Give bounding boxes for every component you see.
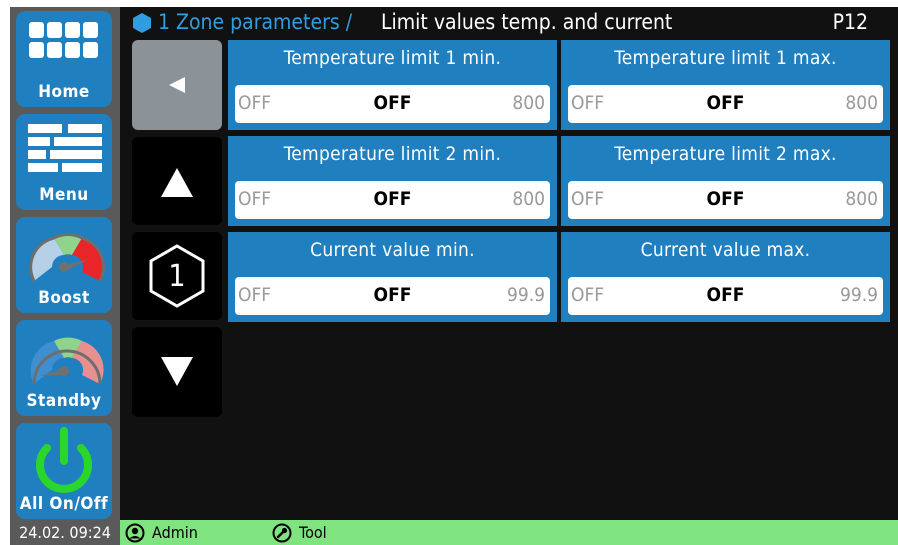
- param-value-field[interactable]: OFF OFF 800: [568, 181, 883, 219]
- back-arrow-icon: [169, 77, 185, 93]
- sidebar-item-label: All On/Off: [19, 494, 109, 514]
- param-max: 800: [512, 92, 545, 114]
- sidebar: Home Menu Boost Standby All On/Off: [10, 7, 120, 520]
- param-title: Temperature limit 2 min.: [283, 143, 502, 165]
- tool-icon: [272, 523, 292, 543]
- param-temp-limit-2-min: Temperature limit 2 min. OFF OFF 800: [228, 136, 557, 226]
- param-current-value-max: Current value max. OFF OFF 99.9: [561, 232, 890, 322]
- sidebar-item-standby[interactable]: Standby: [16, 320, 112, 416]
- param-value-field[interactable]: OFF OFF 800: [568, 85, 883, 123]
- param-value-field[interactable]: OFF OFF 99.9: [568, 277, 883, 315]
- sidebar-item-menu[interactable]: Menu: [16, 114, 112, 210]
- param-temp-limit-1-max: Temperature limit 1 max. OFF OFF 800: [561, 40, 890, 130]
- param-value: OFF: [373, 284, 412, 306]
- status-mode-label: Tool: [299, 523, 327, 542]
- boost-gauge-icon: [29, 233, 106, 282]
- status-datetime: 24.02. 09:24: [10, 520, 120, 545]
- param-title: Current value min.: [310, 239, 475, 261]
- sidebar-item-label: Boost: [38, 288, 90, 308]
- param-value: OFF: [706, 284, 745, 306]
- param-temp-limit-2-max: Temperature limit 2 max. OFF OFF 800: [561, 136, 890, 226]
- menu-lines-icon: [28, 124, 102, 172]
- param-value: OFF: [373, 92, 412, 114]
- zone-hexagon-icon: [133, 13, 151, 33]
- param-value: OFF: [706, 188, 745, 210]
- sidebar-item-label: Home: [38, 82, 90, 102]
- status-bar: 24.02. 09:24 Admin Tool: [10, 520, 898, 545]
- status-mode[interactable]: Tool: [272, 520, 382, 545]
- param-value: OFF: [706, 92, 745, 114]
- sidebar-item-home[interactable]: Home: [16, 11, 112, 107]
- param-max: 800: [845, 188, 878, 210]
- user-icon: [125, 523, 145, 543]
- param-title: Temperature limit 2 max.: [614, 143, 837, 165]
- page-code: P12: [832, 10, 868, 34]
- header-bar: 1 Zone parameters / Limit values temp. a…: [122, 7, 898, 39]
- status-user-label: Admin: [152, 523, 198, 542]
- page-title: Limit values temp. and current: [381, 10, 673, 34]
- sidebar-item-all-on-off[interactable]: All On/Off: [16, 423, 112, 519]
- scroll-down-button[interactable]: [132, 327, 222, 417]
- param-title: Temperature limit 1 min.: [283, 47, 502, 69]
- param-max: 99.9: [839, 284, 878, 306]
- down-arrow-icon: [161, 357, 193, 386]
- scroll-up-button[interactable]: [132, 137, 222, 225]
- up-arrow-icon: [161, 168, 193, 197]
- back-button[interactable]: [132, 40, 222, 130]
- param-title: Current value max.: [640, 239, 811, 261]
- param-temp-limit-1-min: Temperature limit 1 min. OFF OFF 800: [228, 40, 557, 130]
- sidebar-item-label: Menu: [39, 185, 89, 205]
- hmi-screen: Home Menu Boost Standby All On/Off 1 Zon…: [10, 7, 898, 545]
- param-max: 800: [512, 188, 545, 210]
- status-user[interactable]: Admin: [125, 520, 235, 545]
- sidebar-item-boost[interactable]: Boost: [16, 217, 112, 313]
- power-icon: [36, 427, 92, 493]
- param-value: OFF: [373, 188, 412, 210]
- breadcrumb[interactable]: 1 Zone parameters /: [158, 10, 352, 34]
- standby-gauge-icon: [30, 337, 104, 385]
- sidebar-item-label: Standby: [26, 391, 102, 411]
- param-value-field[interactable]: OFF OFF 99.9: [235, 277, 550, 315]
- param-title: Temperature limit 1 max.: [614, 47, 837, 69]
- param-current-value-min: Current value min. OFF OFF 99.9: [228, 232, 557, 322]
- param-value-field[interactable]: OFF OFF 800: [235, 85, 550, 123]
- zone-number: 1: [168, 259, 186, 294]
- param-value-field[interactable]: OFF OFF 800: [235, 181, 550, 219]
- param-max: 99.9: [506, 284, 545, 306]
- param-max: 800: [845, 92, 878, 114]
- zone-select-button[interactable]: 1: [132, 232, 222, 320]
- home-grid-icon: [29, 22, 98, 58]
